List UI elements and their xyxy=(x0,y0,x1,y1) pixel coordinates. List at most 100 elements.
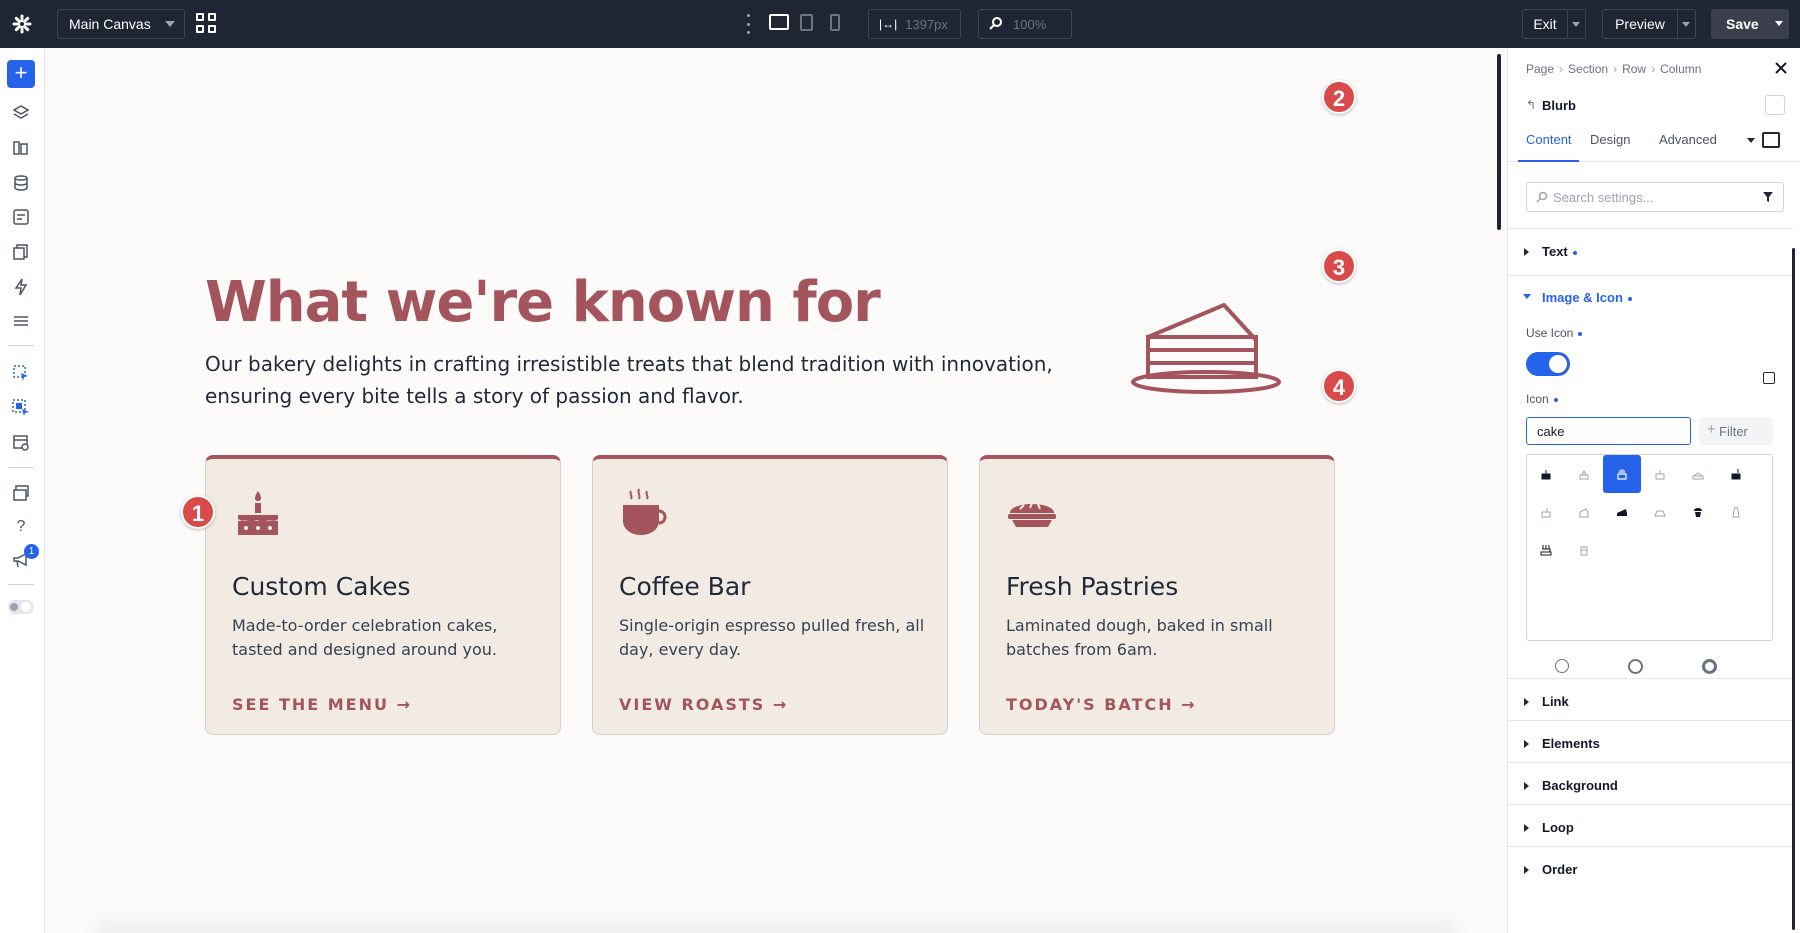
multi-select-icon[interactable] xyxy=(11,398,31,418)
section-elements[interactable]: Elements xyxy=(1508,720,1793,767)
save-button[interactable]: Save xyxy=(1711,9,1789,39)
section-order[interactable]: Order xyxy=(1508,846,1793,893)
icon-result[interactable] xyxy=(1527,531,1565,569)
icon-result[interactable] xyxy=(1565,531,1603,569)
icon-result[interactable] xyxy=(1641,493,1679,531)
settings-tabs: Content Design Advanced xyxy=(1508,132,1800,162)
cake-slice-icon[interactable] xyxy=(1126,290,1286,400)
icon-result[interactable] xyxy=(1603,493,1641,531)
layout-view-icon[interactable] xyxy=(1762,132,1780,148)
section-link[interactable]: Link xyxy=(1508,678,1793,725)
preview-button[interactable]: Preview xyxy=(1602,9,1678,39)
database-icon[interactable] xyxy=(11,173,31,193)
preview-label: Preview xyxy=(1615,16,1665,32)
layers-icon[interactable] xyxy=(11,103,31,123)
card-title: Custom Cakes xyxy=(232,572,411,601)
blurb-card-custom-cakes[interactable]: Custom Cakes Made-to-order celebration c… xyxy=(205,455,561,735)
settings-sliders-icon[interactable] xyxy=(11,311,31,331)
section-headline[interactable]: What we're known for xyxy=(205,270,881,335)
canvas-select[interactable]: Main Canvas xyxy=(57,9,185,39)
blurb-card-coffee-bar[interactable]: Coffee Bar Single-origin espresso pulled… xyxy=(592,455,948,735)
cake-icon xyxy=(238,491,278,535)
icon-result[interactable] xyxy=(1679,455,1717,493)
module-title: Blurb xyxy=(1542,98,1576,113)
more-options-icon[interactable] xyxy=(745,14,751,34)
icon-result[interactable] xyxy=(1527,493,1565,531)
panel-scrollbar[interactable] xyxy=(1792,248,1795,930)
zoom-value: 100% xyxy=(1013,16,1047,32)
card-link[interactable]: VIEW ROASTS → xyxy=(619,695,788,714)
tablet-view-icon[interactable] xyxy=(800,14,813,31)
gear-icon[interactable] xyxy=(9,11,35,37)
section-loop-label: Loop xyxy=(1542,820,1574,835)
forms-icon[interactable] xyxy=(11,207,31,227)
preview-options-button[interactable] xyxy=(1678,9,1696,39)
use-icon-toggle[interactable] xyxy=(1526,352,1570,376)
section-order-label: Order xyxy=(1542,862,1578,877)
phone-view-icon[interactable] xyxy=(830,14,840,31)
tab-content[interactable]: Content xyxy=(1518,132,1579,162)
breadcrumb-page[interactable]: Page xyxy=(1526,62,1554,76)
canvas-select-value: Main Canvas xyxy=(69,16,151,32)
icon-result[interactable] xyxy=(1679,493,1717,531)
icon-result[interactable] xyxy=(1565,455,1603,493)
tab-advanced[interactable]: Advanced xyxy=(1659,132,1717,162)
filter-icon[interactable] xyxy=(1762,191,1774,203)
breadcrumb-column[interactable]: Column xyxy=(1660,62,1701,76)
panel-resize-handle[interactable] xyxy=(1497,54,1501,230)
icon-size-small[interactable] xyxy=(1555,659,1569,673)
expand-arrow-icon xyxy=(1524,698,1529,706)
icon-picker-grid xyxy=(1526,454,1773,641)
card-link[interactable]: SEE THE MENU → xyxy=(232,695,412,714)
pages-icon[interactable] xyxy=(11,242,31,262)
icon-result[interactable] xyxy=(1717,493,1755,531)
icon-size-large[interactable] xyxy=(1702,659,1717,674)
icon-result[interactable] xyxy=(1717,455,1755,493)
icon-result-selected[interactable] xyxy=(1603,455,1641,493)
section-text[interactable]: Text xyxy=(1508,228,1793,275)
icon-size-medium[interactable] xyxy=(1628,659,1643,674)
icon-search-input[interactable]: cake xyxy=(1526,417,1691,445)
breadcrumb-row[interactable]: Row xyxy=(1622,62,1646,76)
grid-view-icon[interactable] xyxy=(196,13,216,33)
icon-result[interactable] xyxy=(1641,455,1679,493)
exit-button[interactable]: Exit xyxy=(1522,9,1568,39)
collapse-arrow-icon[interactable] xyxy=(1523,294,1531,299)
chevron-down-icon[interactable] xyxy=(1775,21,1783,26)
section-background[interactable]: Background xyxy=(1508,762,1793,809)
settings-search-input[interactable]: Search settings... xyxy=(1526,182,1784,212)
icon-result[interactable] xyxy=(1527,455,1565,493)
card-title: Fresh Pastries xyxy=(1006,572,1179,601)
module-options-icon[interactable] xyxy=(1765,95,1785,115)
breadcrumb-section[interactable]: Section xyxy=(1568,62,1608,76)
section-subtext[interactable]: Our bakery delights in crafting irresist… xyxy=(205,348,1075,412)
select-element-icon[interactable] xyxy=(11,363,31,383)
help-icon[interactable]: ? xyxy=(11,517,31,537)
chevron-down-icon[interactable] xyxy=(1747,138,1755,143)
lightning-icon[interactable] xyxy=(11,277,31,297)
section-link-label: Link xyxy=(1542,694,1569,709)
section-loop[interactable]: Loop xyxy=(1508,804,1793,851)
icon-result[interactable] xyxy=(1565,493,1603,531)
layouts-icon[interactable] xyxy=(11,483,31,503)
search-placeholder: Search settings... xyxy=(1553,189,1654,205)
tab-design[interactable]: Design xyxy=(1590,132,1630,162)
back-arrow-icon[interactable]: ↰ xyxy=(1526,98,1536,112)
icon-filter-button[interactable]: Filter xyxy=(1699,417,1773,445)
close-icon[interactable] xyxy=(1774,61,1788,75)
page-canvas: What we're known for Our bakery delights… xyxy=(46,48,1506,933)
card-link[interactable]: TODAY'S BATCH → xyxy=(1006,695,1197,714)
canvas-width-field[interactable]: |↔| 1397px xyxy=(868,9,961,39)
add-module-button[interactable]: + xyxy=(7,60,35,88)
canvas-bottom-edge xyxy=(96,921,1456,933)
zoom-field[interactable]: 100% xyxy=(978,9,1072,39)
wireframe-icon[interactable] xyxy=(11,433,31,453)
theme-toggle[interactable] xyxy=(8,600,34,614)
responsive-icon[interactable] xyxy=(1763,372,1775,384)
desktop-view-icon[interactable] xyxy=(769,14,789,30)
expand-arrow-icon xyxy=(1524,866,1529,874)
exit-options-button[interactable] xyxy=(1568,9,1586,39)
library-icon[interactable] xyxy=(11,138,31,158)
rail-divider xyxy=(8,467,34,468)
blurb-card-fresh-pastries[interactable]: Fresh Pastries Laminated dough, baked in… xyxy=(979,455,1335,735)
